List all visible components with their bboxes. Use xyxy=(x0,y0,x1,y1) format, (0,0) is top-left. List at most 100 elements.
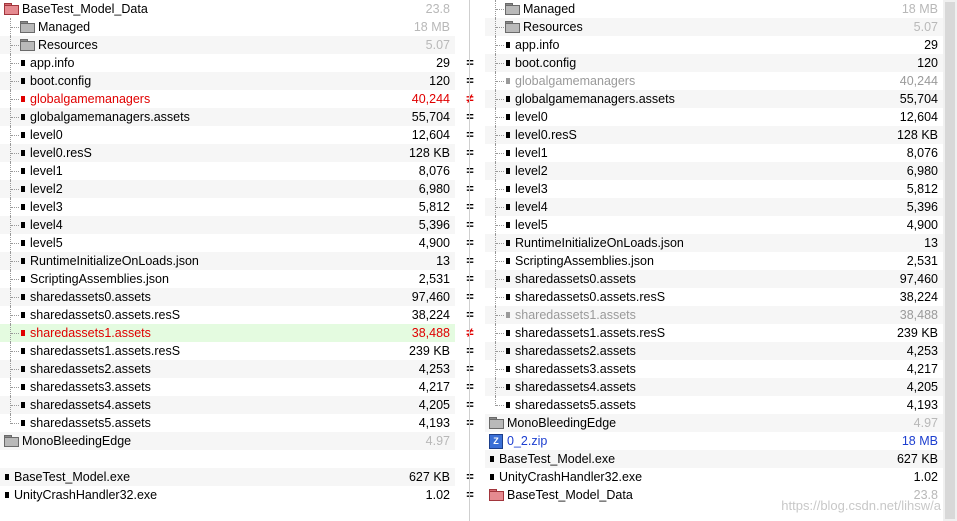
pane-divider[interactable] xyxy=(469,0,470,521)
file-icon xyxy=(506,60,510,66)
tree-row[interactable]: level0 12,604 xyxy=(0,126,455,144)
tree-row[interactable]: sharedassets1.assets 38,488 xyxy=(485,306,957,324)
item-name: app.info xyxy=(515,38,560,52)
item-size: 2,531 xyxy=(906,254,938,268)
tree-row[interactable]: ScriptingAssemblies.json 2,531 xyxy=(485,252,957,270)
tree-row[interactable]: level3 5,812 xyxy=(0,198,455,216)
left-pane[interactable]: BaseTest_Model_Data 23.8 Managed 18 MB Resou… xyxy=(0,0,455,521)
scrollbar-thumb[interactable] xyxy=(945,2,955,519)
tree-row[interactable]: sharedassets4.assets 4,205 xyxy=(0,396,455,414)
tree-row[interactable]: sharedassets5.assets 4,193 xyxy=(0,414,455,432)
file-icon xyxy=(506,168,510,174)
tree-branch xyxy=(496,189,504,190)
tree-row[interactable]: sharedassets0.assets.resS 38,224 xyxy=(0,306,455,324)
item-name: level0.resS xyxy=(515,128,577,142)
tree-row[interactable]: level5 4,900 xyxy=(0,234,455,252)
tree-row[interactable]: sharedassets3.assets 4,217 xyxy=(0,378,455,396)
tree-row[interactable]: Managed 18 MB xyxy=(0,18,455,36)
tree-row[interactable]: Resources 5.07 xyxy=(0,36,455,54)
right-pane[interactable]: Managed 18 MB Resources 5.07 app.info 29 boot.… xyxy=(485,0,957,521)
file-icon xyxy=(506,240,510,246)
tree-row[interactable]: sharedassets1.assets.resS 239 KB xyxy=(0,342,455,360)
tree-row[interactable]: sharedassets3.assets 4,217 xyxy=(485,360,957,378)
tree-row[interactable]: sharedassets5.assets 4,193 xyxy=(485,396,957,414)
tree-row[interactable]: ScriptingAssemblies.json 2,531 xyxy=(0,270,455,288)
tree-row[interactable]: level4 5,396 xyxy=(485,198,957,216)
tree-row[interactable]: level3 5,812 xyxy=(485,180,957,198)
tree-row[interactable]: UnityCrashHandler32.exe 1.02 xyxy=(0,486,455,504)
file-icon xyxy=(506,366,510,372)
tree-row[interactable]: level0.resS 128 KB xyxy=(0,144,455,162)
tree-row[interactable]: sharedassets0.assets 97,460 xyxy=(0,288,455,306)
tree-row[interactable]: MonoBleedingEdge 4.97 xyxy=(0,432,455,450)
tree-row[interactable]: RuntimeInitializeOnLoads.json 13 xyxy=(485,234,957,252)
equal-mark: = xyxy=(466,253,474,268)
item-name: sharedassets0.assets.resS xyxy=(30,308,181,322)
item-size: 4,253 xyxy=(418,362,450,376)
tree-branch xyxy=(496,171,504,172)
tree-row[interactable]: sharedassets0.assets.resS 38,224 xyxy=(485,288,957,306)
equal-mark: = xyxy=(466,109,474,124)
tree-row[interactable]: globalgamemanagers 40,244 xyxy=(0,90,455,108)
right-scrollbar[interactable] xyxy=(943,0,957,521)
folder-icon xyxy=(489,417,504,429)
tree-branch xyxy=(496,351,504,352)
tree-row[interactable]: level5 4,900 xyxy=(485,216,957,234)
item-size: 4,193 xyxy=(418,416,450,430)
file-icon xyxy=(506,402,510,408)
tree-row[interactable]: UnityCrashHandler32.exe 1.02 xyxy=(485,468,957,486)
tree-row[interactable]: level2 6,980 xyxy=(485,162,957,180)
tree-row[interactable]: sharedassets2.assets 4,253 xyxy=(0,360,455,378)
item-name: level0.resS xyxy=(30,146,92,160)
tree-row[interactable]: app.info 29 xyxy=(0,54,455,72)
item-name: sharedassets3.assets xyxy=(515,362,636,376)
equal-mark: = xyxy=(466,217,474,232)
tree-row[interactable]: Resources 5.07 xyxy=(485,18,957,36)
file-icon xyxy=(21,384,25,390)
file-icon xyxy=(21,96,25,102)
tree-row[interactable]: level2 6,980 xyxy=(0,180,455,198)
tree-row[interactable]: BaseTest_Model.exe 627 KB xyxy=(0,468,455,486)
tree-row[interactable]: RuntimeInitializeOnLoads.json 13 xyxy=(0,252,455,270)
file-icon xyxy=(21,258,25,264)
tree-row[interactable]: Z 0_2.zip 18 MB xyxy=(485,432,957,450)
tree-row-root[interactable]: BaseTest_Model_Data 23.8 xyxy=(0,0,455,18)
tree-row[interactable]: app.info 29 xyxy=(485,36,957,54)
file-icon xyxy=(21,294,25,300)
item-name: RuntimeInitializeOnLoads.json xyxy=(30,254,199,268)
tree-row[interactable]: MonoBleedingEdge 4.97 xyxy=(485,414,957,432)
file-icon xyxy=(21,78,25,84)
blank-mark xyxy=(455,0,485,18)
tree-row[interactable]: BaseTest_Model.exe 627 KB xyxy=(485,450,957,468)
tree-branch xyxy=(11,117,19,118)
tree-row[interactable]: sharedassets1.assets 38,488 xyxy=(0,324,455,342)
tree-row[interactable]: globalgamemanagers.assets 55,704 xyxy=(0,108,455,126)
file-icon xyxy=(506,186,510,192)
tree-branch xyxy=(496,333,504,334)
item-name: MonoBleedingEdge xyxy=(22,434,132,448)
tree-row[interactable]: level4 5,396 xyxy=(0,216,455,234)
item-name: globalgamemanagers xyxy=(30,92,151,106)
tree-row[interactable]: Managed 18 MB xyxy=(485,0,957,18)
tree-row[interactable]: level1 8,076 xyxy=(485,144,957,162)
item-size: 4,900 xyxy=(906,218,938,232)
tree-branch xyxy=(11,297,19,298)
tree-row[interactable]: boot.config 120 xyxy=(485,54,957,72)
tree-row[interactable]: globalgamemanagers 40,244 xyxy=(485,72,957,90)
item-size: 18 MB xyxy=(901,2,938,16)
tree-row[interactable]: sharedassets4.assets 4,205 xyxy=(485,378,957,396)
item-size: 4,217 xyxy=(906,362,938,376)
tree-row[interactable]: globalgamemanagers.assets 55,704 xyxy=(485,90,957,108)
tree-row[interactable]: level0 12,604 xyxy=(485,108,957,126)
tree-row[interactable]: level0.resS 128 KB xyxy=(485,126,957,144)
tree-row[interactable]: boot.config 120 xyxy=(0,72,455,90)
tree-row[interactable]: sharedassets0.assets 97,460 xyxy=(485,270,957,288)
equal-mark: = xyxy=(466,235,474,250)
file-icon xyxy=(5,492,9,498)
item-size: 239 KB xyxy=(896,326,938,340)
item-size: 97,460 xyxy=(899,272,938,286)
tree-row[interactable]: sharedassets2.assets 4,253 xyxy=(485,342,957,360)
tree-row[interactable]: sharedassets1.assets.resS 239 KB xyxy=(485,324,957,342)
item-size: 38,488 xyxy=(899,308,938,322)
tree-row[interactable]: level1 8,076 xyxy=(0,162,455,180)
